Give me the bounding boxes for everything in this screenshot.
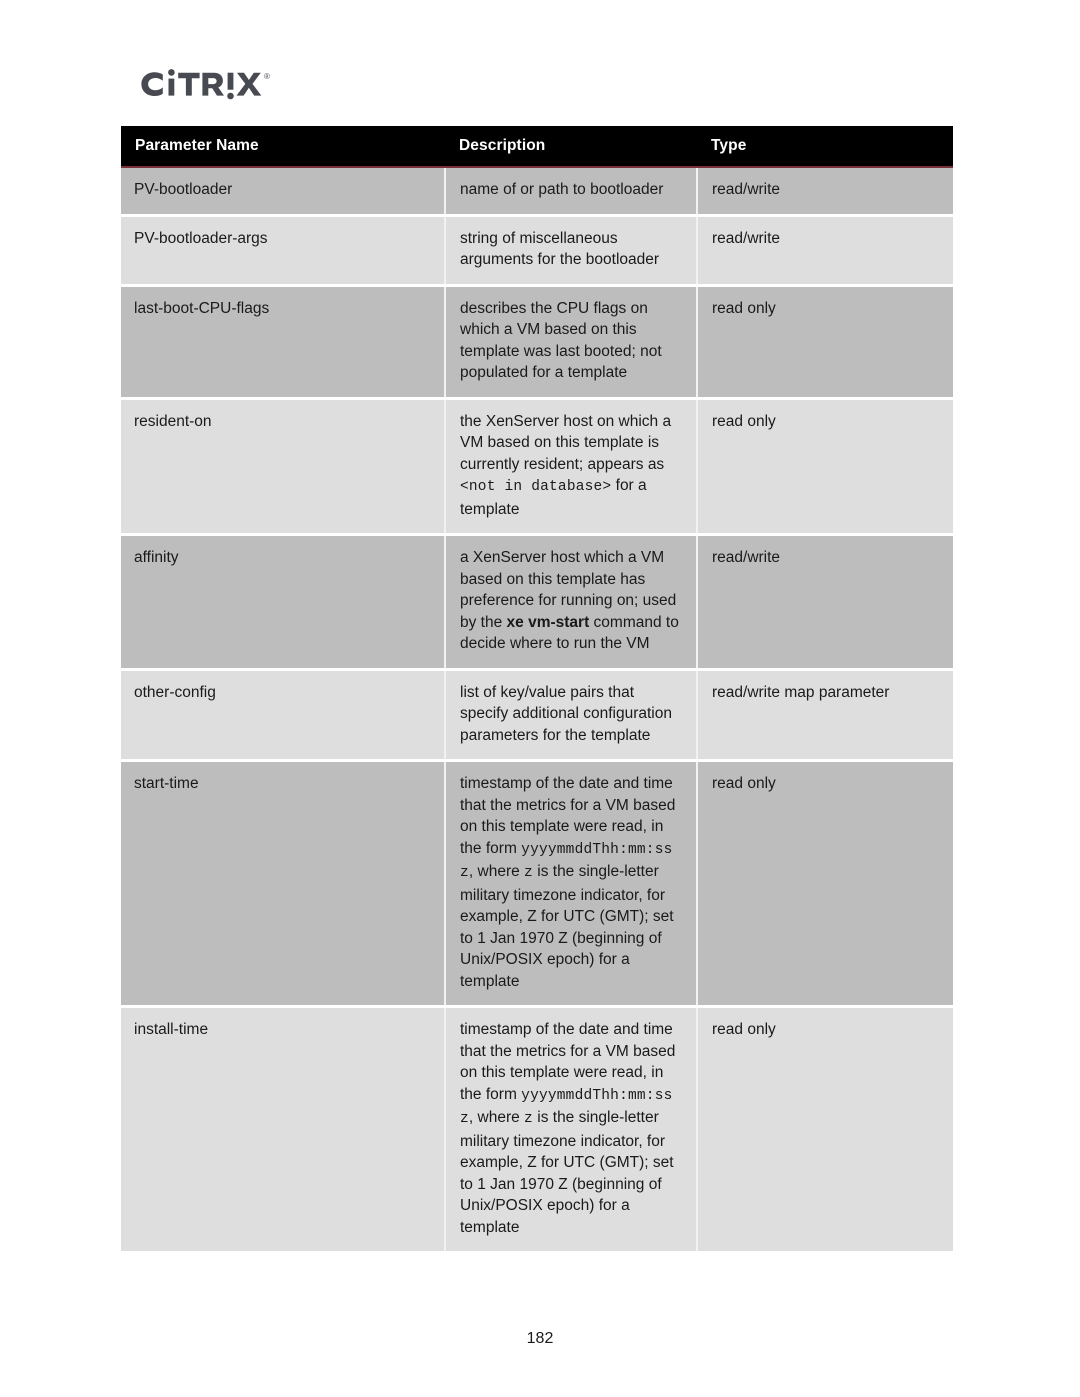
cell-type: read only bbox=[697, 285, 953, 398]
column-header-parameter-name: Parameter Name bbox=[121, 126, 445, 168]
cell-type: read only bbox=[697, 1006, 953, 1251]
inline-code: z bbox=[524, 1111, 533, 1127]
cell-parameter-name: start-time bbox=[121, 760, 446, 1007]
table-row: PV-bootloader-args string of miscellaneou… bbox=[121, 215, 953, 285]
column-header-type: Type bbox=[697, 126, 953, 168]
registered-trademark-symbol: ® bbox=[264, 72, 270, 81]
cell-description: a XenServer host which a VM based on thi… bbox=[445, 534, 698, 669]
table-row: start-time timestamp of the date and time… bbox=[121, 760, 953, 1007]
table-header: Parameter Name Description Type bbox=[121, 126, 953, 168]
cell-description: the XenServer host on which a VM based o… bbox=[445, 398, 698, 535]
cell-parameter-name: PV-bootloader-args bbox=[121, 215, 446, 285]
table-row: last-boot-CPU-flags describes the CPU fla… bbox=[121, 285, 953, 398]
cell-parameter-name: affinity bbox=[121, 534, 446, 669]
inline-text: list of key/value pairs that specify add… bbox=[460, 683, 672, 744]
table-row: other-config list of key/value pairs that… bbox=[121, 669, 953, 761]
cell-description: timestamp of the date and time that the … bbox=[445, 1006, 698, 1251]
cell-type: read only bbox=[697, 760, 953, 1007]
table-row: install-time timestamp of the date and ti… bbox=[121, 1006, 953, 1251]
cell-parameter-name: PV-bootloader bbox=[121, 167, 446, 215]
cell-parameter-name: install-time bbox=[121, 1006, 446, 1251]
page-number: 182 bbox=[526, 1330, 554, 1347]
cell-parameter-name: other-config bbox=[121, 669, 446, 761]
table-header-row: Parameter Name Description Type bbox=[121, 126, 953, 168]
table-row: resident-on the XenServer host on which a… bbox=[121, 398, 953, 535]
inline-text: , where bbox=[468, 1109, 525, 1126]
cell-description: timestamp of the date and time that the … bbox=[445, 760, 698, 1007]
inline-text: string of miscellaneous arguments for th… bbox=[460, 229, 660, 269]
cell-description: list of key/value pairs that specify add… bbox=[445, 669, 698, 761]
inline-bold: xe vm-start bbox=[506, 613, 590, 631]
table-row: affinity a XenServer host which a VM base… bbox=[121, 534, 953, 669]
cell-parameter-name: resident-on bbox=[121, 398, 446, 535]
inline-text: name of or path to bootloader bbox=[460, 181, 664, 198]
column-header-description: Description bbox=[445, 126, 697, 168]
inline-text: is the single-letter military timezone i… bbox=[460, 1109, 674, 1236]
parameters-table: Parameter Name Description Type PV-bootl… bbox=[121, 126, 953, 1251]
citrix-logo: ® bbox=[133, 60, 333, 108]
cell-type: read/write bbox=[697, 167, 953, 215]
cell-parameter-name: last-boot-CPU-flags bbox=[121, 285, 446, 398]
table-body: PV-bootloader name of or path to bootload… bbox=[121, 167, 953, 1251]
cell-description: describes the CPU flags on which a VM ba… bbox=[445, 285, 698, 398]
inline-code: z bbox=[524, 865, 533, 881]
inline-text: , where bbox=[468, 863, 525, 880]
document-page: ® Parameter Name Description Type PV-boo… bbox=[0, 0, 1080, 1397]
cell-description: name of or path to bootloader bbox=[445, 167, 698, 215]
inline-text: describes the CPU flags on which a VM ba… bbox=[460, 299, 662, 382]
table-row: PV-bootloader name of or path to bootload… bbox=[121, 167, 953, 215]
inline-code: <not in database> bbox=[460, 479, 612, 495]
cell-type: read/write bbox=[697, 215, 953, 285]
cell-type: read/write map parameter bbox=[697, 669, 953, 761]
cell-description: string of miscellaneous arguments for th… bbox=[445, 215, 698, 285]
inline-text: is the single-letter military timezone i… bbox=[460, 863, 674, 990]
cell-type: read only bbox=[697, 398, 953, 535]
cell-type: read/write bbox=[697, 534, 953, 669]
inline-text: the XenServer host on which a VM based o… bbox=[460, 412, 672, 473]
